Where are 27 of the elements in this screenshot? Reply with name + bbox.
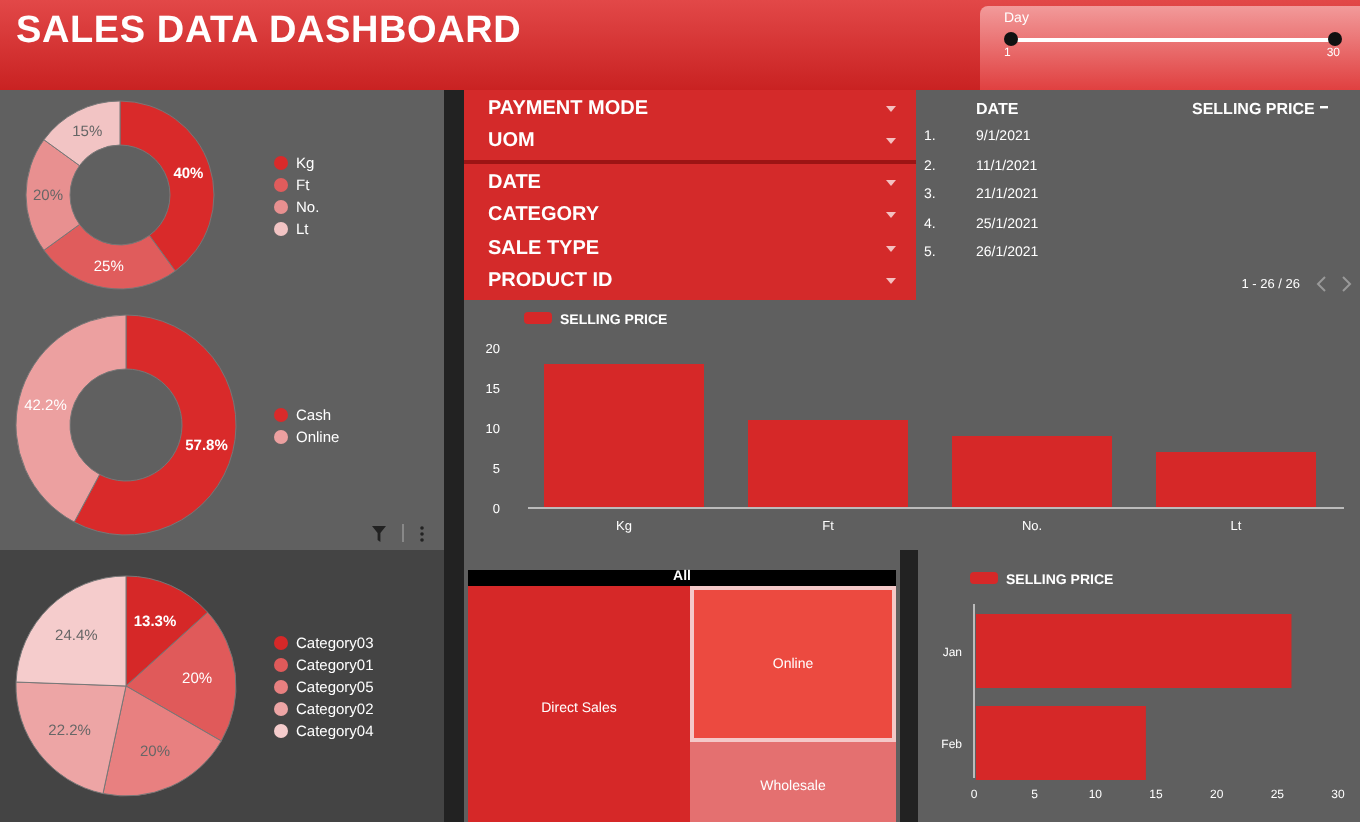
legend-swatch bbox=[970, 572, 998, 584]
caret-icon bbox=[886, 138, 896, 145]
pie-slice bbox=[125, 611, 237, 742]
caret-icon bbox=[886, 212, 896, 219]
filter-dropdown[interactable]: PAYMENT MODE bbox=[464, 92, 916, 125]
pie-slice bbox=[15, 681, 127, 795]
slider-thumb[interactable] bbox=[1327, 32, 1341, 46]
caret-icon bbox=[886, 245, 896, 252]
slider-thumb[interactable] bbox=[1003, 32, 1017, 46]
column-header[interactable]: DATE bbox=[976, 99, 1192, 118]
pie-slice bbox=[102, 685, 222, 797]
caret-icon bbox=[886, 179, 896, 186]
previous-icon[interactable] bbox=[1316, 276, 1326, 292]
next-icon[interactable] bbox=[1342, 276, 1352, 292]
filter-dropdown[interactable]: PRODUCT ID bbox=[464, 265, 916, 298]
filter-icon[interactable] bbox=[372, 525, 386, 541]
filter-dropdown[interactable]: DATE bbox=[464, 166, 916, 199]
filter-dropdown[interactable]: CATEGORY bbox=[464, 199, 916, 232]
dashboard-title: SALES DATA DASHBOARD bbox=[16, 10, 522, 54]
column-header[interactable]: SELLING PRICE bbox=[1192, 99, 1360, 118]
caret-icon bbox=[886, 278, 896, 285]
filter-dropdown[interactable]: SALE TYPE bbox=[464, 232, 916, 265]
filter-dropdown[interactable]: UOM bbox=[464, 125, 916, 158]
legend-swatch bbox=[524, 312, 552, 324]
sort-icon bbox=[1320, 106, 1329, 111]
pie-slice bbox=[15, 575, 127, 687]
caret-icon bbox=[886, 105, 896, 112]
